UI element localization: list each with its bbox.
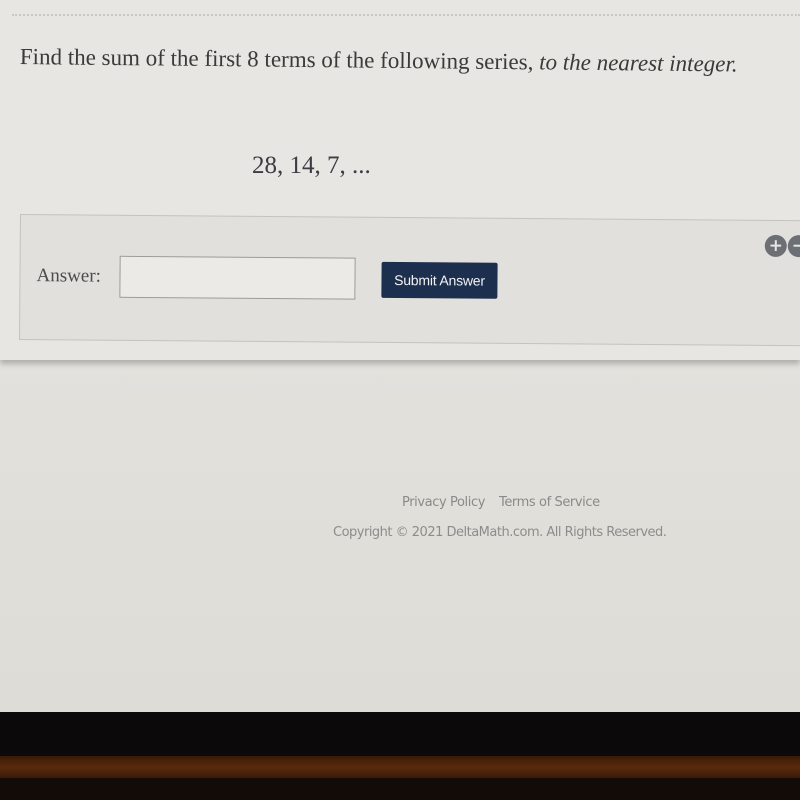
minus-circle-icon[interactable]: − — [787, 235, 800, 258]
answer-input[interactable] — [119, 255, 356, 300]
zoom-controls: + − — [764, 234, 800, 258]
series-expression: 28, 14, 7, ... — [252, 152, 371, 179]
copyright-text: Copyright © 2021 DeltaMath.com. All Righ… — [333, 525, 667, 540]
page: Find the sum of the first 8 terms of the… — [0, 0, 800, 712]
answer-label: Answer: — [36, 265, 101, 287]
desk-edge — [0, 756, 800, 778]
footer-links: Privacy Policy Terms of Service — [402, 495, 600, 510]
submit-answer-button[interactable]: Submit Answer — [381, 261, 498, 299]
answer-box: + − Answer: Submit Answer — [19, 214, 800, 347]
monitor-bezel — [0, 712, 800, 760]
question-italic: to the nearest integer. — [539, 49, 738, 77]
question-plain: Find the sum of the first 8 terms of the… — [19, 43, 540, 75]
problem-card: Find the sum of the first 8 terms of the… — [0, 0, 800, 360]
privacy-policy-link[interactable]: Privacy Policy — [402, 495, 485, 510]
plus-circle-icon[interactable]: + — [764, 234, 787, 258]
desk-surface — [0, 778, 800, 800]
question-text: Find the sum of the first 8 terms of the… — [20, 42, 760, 80]
terms-of-service-link[interactable]: Terms of Service — [499, 495, 600, 510]
dotted-divider — [12, 14, 800, 16]
